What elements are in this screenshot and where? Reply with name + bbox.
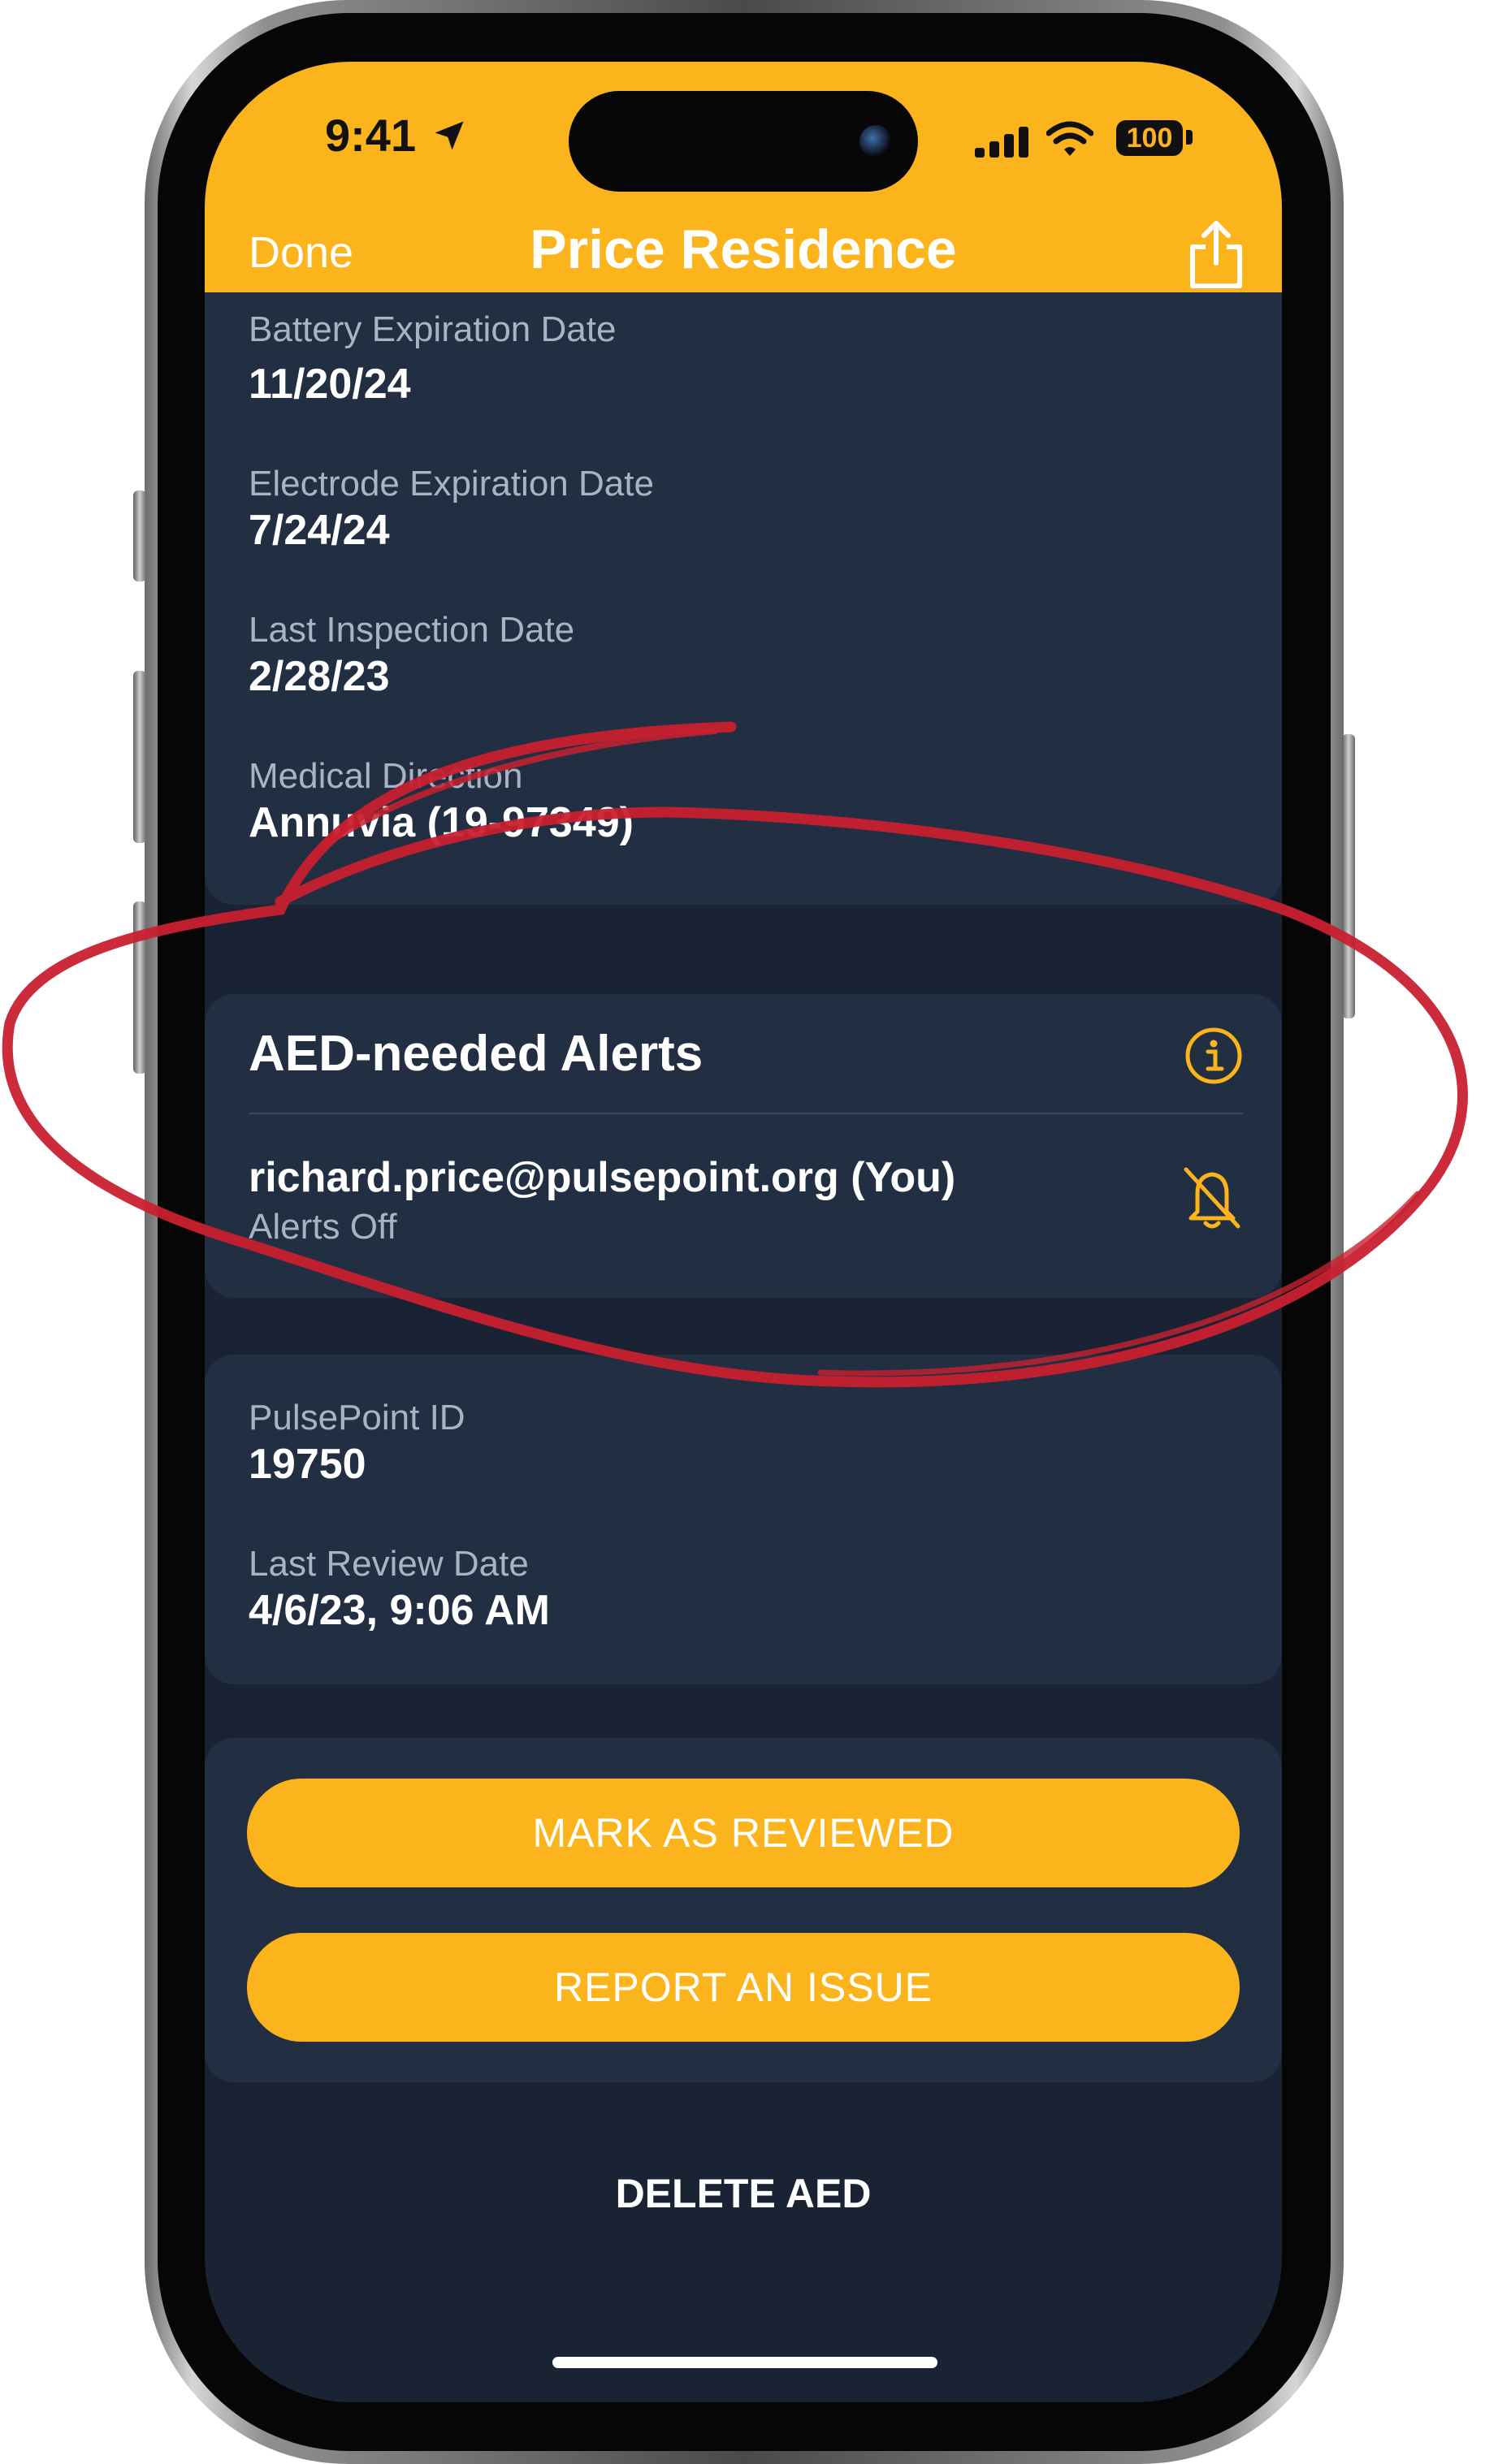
- dynamic-island: [569, 91, 918, 192]
- content-scroll[interactable]: Battery Expiration Date 11/20/24 Electro…: [205, 292, 1282, 2402]
- status-bar: 9:41 100: [205, 62, 1282, 200]
- battery-expiration-value: 11/20/24: [249, 361, 411, 408]
- report-an-issue-button[interactable]: REPORT AN ISSUE: [247, 1933, 1240, 2042]
- home-indicator[interactable]: [552, 2357, 937, 2368]
- info-card: PulsePoint ID 19750 Last Review Date 4/6…: [205, 1355, 1282, 1684]
- bell-slash-icon[interactable]: [1181, 1165, 1243, 1230]
- alerts-title: AED-needed Alerts: [249, 1026, 704, 1082]
- last-review-field: Last Review Date 4/6/23, 9:06 AM: [249, 1543, 550, 1636]
- actions-card: MARK AS REVIEWED REPORT AN ISSUE: [205, 1738, 1282, 2082]
- alert-recipient-email[interactable]: richard.price@pulsepoint.org (You): [249, 1153, 955, 1202]
- camera-icon: [859, 125, 892, 158]
- alerts-divider: [249, 1113, 1243, 1114]
- battery-nub: [1186, 130, 1193, 145]
- electrode-expiration-label: Electrode Expiration Date: [249, 464, 654, 504]
- volume-down-button: [133, 901, 146, 1074]
- power-button: [1342, 734, 1355, 1018]
- pulsepoint-id-label: PulsePoint ID: [249, 1398, 465, 1437]
- last-inspection-field: Last Inspection Date 2/28/23: [249, 609, 574, 702]
- last-review-label: Last Review Date: [249, 1544, 529, 1584]
- volume-up-button: [133, 671, 146, 843]
- pulsepoint-id-value: 19750: [249, 1441, 366, 1488]
- battery-icon: 100: [1116, 120, 1183, 156]
- electrode-expiration-value: 7/24/24: [249, 507, 390, 554]
- details-card: Battery Expiration Date 11/20/24 Electro…: [205, 292, 1282, 905]
- medical-direction-value: Annuvia (19-97349): [249, 799, 634, 846]
- action-button: [133, 491, 146, 581]
- alerts-card: AED-needed Alerts richard.price@pulsepoi…: [205, 994, 1282, 1298]
- electrode-expiration-field: Electrode Expiration Date 7/24/24: [249, 463, 654, 555]
- phone-screen: 9:41 100 Done Price Residence Battery Ex…: [205, 62, 1282, 2402]
- medical-direction-label: Medical Direction: [249, 756, 523, 796]
- battery-expiration-field: 11/20/24: [249, 359, 411, 409]
- battery-expiration-label: Battery Expiration Date: [249, 309, 617, 349]
- medical-direction-field: Medical Direction Annuvia (19-97349): [249, 755, 634, 848]
- status-time: 9:41: [325, 110, 417, 161]
- cellular-signal-icon: [975, 127, 1028, 158]
- wifi-icon: [1046, 121, 1093, 156]
- page-title: Price Residence: [530, 218, 957, 280]
- share-icon[interactable]: [1188, 218, 1245, 291]
- last-inspection-value: 2/28/23: [249, 653, 390, 700]
- location-arrow-icon: [435, 121, 464, 150]
- mark-as-reviewed-button[interactable]: MARK AS REVIEWED: [247, 1779, 1240, 1887]
- alert-status-text: Alerts Off: [249, 1207, 397, 1247]
- pulsepoint-id-field: PulsePoint ID 19750: [249, 1397, 465, 1489]
- last-review-value: 4/6/23, 9:06 AM: [249, 1587, 550, 1634]
- last-inspection-label: Last Inspection Date: [249, 610, 575, 650]
- delete-aed-button[interactable]: DELETE AED: [205, 2170, 1282, 2217]
- info-icon[interactable]: [1184, 1027, 1243, 1085]
